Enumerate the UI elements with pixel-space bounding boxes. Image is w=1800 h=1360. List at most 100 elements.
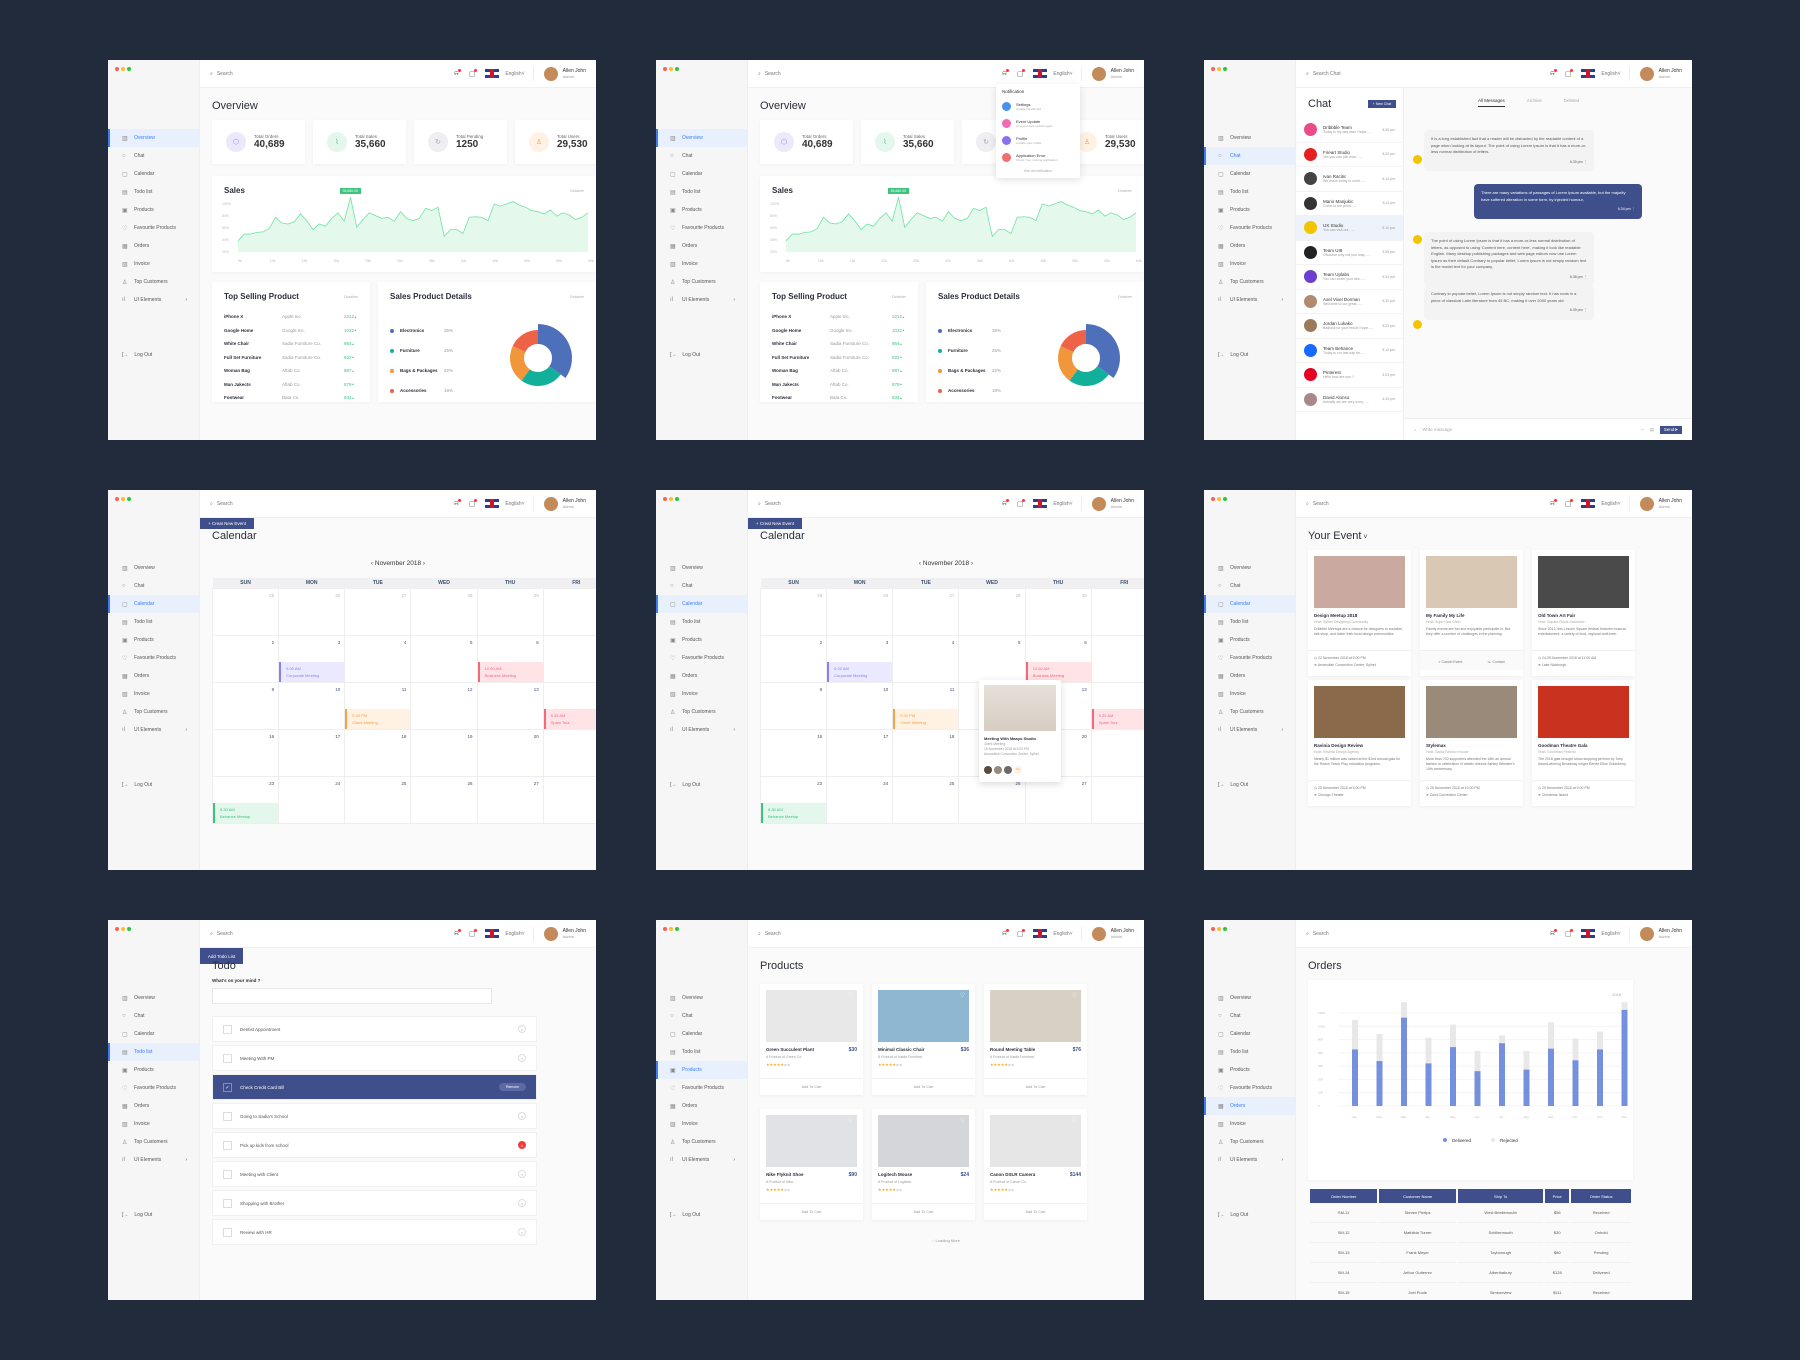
logout-button[interactable]: [→ Log Out [122,782,152,788]
bar-rejected[interactable] [1548,1022,1554,1049]
sidebar-item-favourite-products[interactable]: ♡ Favourite Products [1204,649,1295,667]
sidebar-item-ui-elements[interactable]: ıl UI Elements › [1204,291,1295,309]
user-menu[interactable]: Allen John Admin [532,926,586,941]
chat-contact[interactable]: Ivan Racitic We reach today in coret.....… [1296,167,1403,192]
calendar-event[interactable]: 5.00 PM Client Meeting [345,708,411,729]
user-menu[interactable]: Allen John Admin [1080,926,1134,941]
delete-todo-icon[interactable]: × [518,1199,526,1207]
user-menu[interactable]: Allen John Admin [1080,66,1134,81]
calendar-event[interactable]: 8.30 AM Behance Meetup [761,802,827,823]
sidebar-item-orders[interactable]: ▦ Orders [108,667,199,685]
todo-item[interactable]: Pick up kids from school × [212,1132,537,1158]
sidebar-item-ui-elements[interactable]: ıl UI Elements › [656,291,747,309]
sidebar-item-favourite-products[interactable]: ♡ Favourite Products [656,219,747,237]
product-card[interactable]: ♡ Logitech Mouse $24 A Product of Logitech.… [872,1109,975,1220]
window-dot[interactable] [669,67,673,71]
notification-bell-icon[interactable]: ⍾ [454,498,461,508]
notification-item[interactable]: Application Error Check Your running appl… [1002,149,1074,166]
sidebar-item-chat[interactable]: ○ Chat [108,1007,199,1025]
todo-checkbox[interactable] [223,1169,232,1179]
window-dot[interactable] [127,927,131,931]
language-select[interactable]: English [1053,501,1069,507]
calendar-day[interactable]: 7 [542,634,596,683]
sidebar-item-top-customers[interactable]: ♙ Top Customers [656,1133,747,1151]
calendar-day[interactable]: 30 [542,587,596,636]
sidebar-item-calendar[interactable]: ▢ Calendar [1204,165,1295,183]
notification-bell-icon[interactable]: ⍾ [1002,498,1009,508]
contact-button[interactable]: ☏ Contact [1487,659,1504,666]
sales-details-filter-dropdown[interactable]: October [570,294,584,299]
message-icon[interactable]: ▢ [1017,498,1026,508]
sidebar-item-ui-elements[interactable]: ıl UI Elements › [656,1151,747,1169]
top-selling-filter-dropdown[interactable]: October [892,294,906,299]
calendar-day[interactable]: 26 [958,775,1026,824]
search-input[interactable]: Search [217,71,233,77]
window-dot[interactable] [127,67,131,71]
calendar-day[interactable]: 25 [211,587,280,636]
delete-todo-icon[interactable]: × [518,1112,526,1120]
todo-checkbox[interactable] [223,1198,232,1208]
window-dot[interactable] [115,67,119,71]
calendar-day[interactable]: 28 [958,587,1026,636]
cancel-event-button[interactable]: × Cancel Event [1438,659,1462,666]
bar-delivered[interactable] [1621,1009,1628,1106]
window-dot[interactable] [121,67,125,71]
calendar-day[interactable]: 25 [892,775,960,824]
message-icon[interactable]: ▢ [1565,498,1574,508]
calendar-event[interactable]: 8.30 AM Behance Meetup [213,802,279,823]
add-to-cart-button[interactable]: Add To Cart [984,1203,1087,1220]
sidebar-item-products[interactable]: ▣ Products [656,631,747,649]
calendar-day[interactable]: 28 [410,587,478,636]
window-dot[interactable] [675,927,679,931]
create-event-button[interactable]: + Creat New Event [748,518,802,529]
calendar-day[interactable]: 16 [211,728,280,777]
calendar-day[interactable]: 10 [278,681,346,730]
bar-delivered[interactable] [1548,1048,1554,1106]
column-header[interactable]: Order Number [1310,1189,1378,1203]
calendar-day[interactable]: 3 9.00 AM Corporate Meeting [278,634,346,683]
calendar-day[interactable]: 11 5.00 PM Client Meeting [344,681,412,730]
delete-todo-icon[interactable]: × [518,1141,526,1149]
notification-bell-icon[interactable]: ⍾ [454,68,461,78]
sidebar-item-overview[interactable]: ▥ Overview [1204,989,1295,1007]
window-dot[interactable] [1217,497,1221,501]
heart-icon[interactable]: ♡ [960,992,965,999]
sidebar-item-favourite-products[interactable]: ♡ Favourite Products [1204,1079,1295,1097]
see-all-notifications-link[interactable]: See all notification [1002,169,1074,173]
sidebar-item-invoice[interactable]: ▧ Invoice [656,1115,747,1133]
table-row[interactable]: SM-14 Arthur Gutierrez Alberthabury $128 Del… [1310,1263,1631,1283]
chat-contact[interactable]: David Alonso Actually we are very sorry..… [1296,388,1403,412]
language-select[interactable]: English [1601,931,1617,937]
user-menu[interactable]: Allen John Admin [1080,496,1134,511]
logout-button[interactable]: [→ Log Out [1218,352,1248,358]
message-icon[interactable]: ▢ [1565,68,1574,78]
heart-icon[interactable]: ♡ [1072,1117,1077,1124]
search-input[interactable]: Search Chat [1313,71,1341,77]
window-dot[interactable] [1217,927,1221,931]
column-header[interactable]: Customer Name [1379,1189,1456,1203]
sidebar-item-invoice[interactable]: ▧ Invoice [656,255,747,273]
table-row[interactable]: SM-12 Mathilda Turner Schillermouth $30 Onho… [1310,1223,1631,1243]
add-to-cart-button[interactable]: Add To Cart [872,1203,975,1220]
calendar-day[interactable]: 6 10.00 AM Business Meeting [476,634,544,683]
sidebar-item-calendar[interactable]: ▢ Calendar [656,165,747,183]
calendar-day[interactable]: 17 [826,728,894,777]
language-select[interactable]: English [505,501,521,507]
calendar-day[interactable]: 2 [759,634,828,683]
chat-contact[interactable]: Team UI8 Ofcourse why not you may...... 5.… [1296,241,1403,265]
sidebar-item-products[interactable]: ▣ Products [108,1061,199,1079]
event-card[interactable]: Goodman Theatre Gala Host: Goodman Festiv… [1532,680,1635,806]
calendar-event[interactable]: 10.00 AM Business Meeting [477,661,543,682]
sidebar-item-orders[interactable]: ▦ Orders [656,1097,747,1115]
sidebar-item-favourite-products[interactable]: ♡ Favourite Products [656,649,747,667]
calendar-day[interactable]: 4 [344,634,412,683]
sidebar-item-top-customers[interactable]: ♙ Top Customers [1204,703,1295,721]
window-dot[interactable] [669,927,673,931]
search-input[interactable]: Search [765,501,781,507]
calendar-day[interactable]: 28 [542,775,596,824]
chat-contact[interactable]: Mario Manjukic Come to the point...... 6.1… [1296,192,1403,216]
notification-bell-icon[interactable]: ⍾ [1002,928,1009,938]
calendar-day[interactable]: 25 [344,775,412,824]
language-select[interactable]: English [505,931,521,937]
sidebar-item-chat[interactable]: ○ Chat [108,147,199,165]
